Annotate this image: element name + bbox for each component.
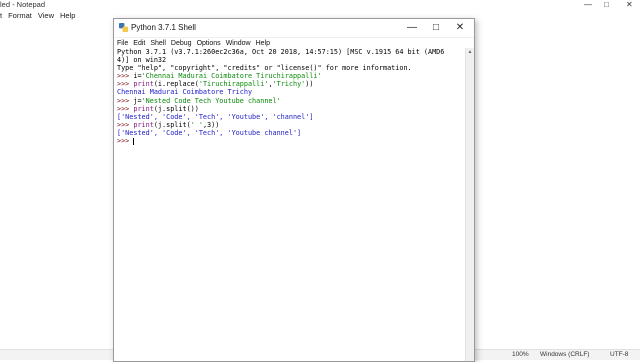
shell-line: ['Nested', 'Code', 'Tech', 'Youtube', 'c… [117, 113, 469, 121]
notepad-menubar: t Format View Help [0, 10, 75, 21]
shell-text: ,3)) [202, 120, 220, 129]
line-ending: Windows (CRLF) [540, 351, 590, 358]
notepad-menu-edit[interactable]: t [0, 10, 2, 21]
shell-line: Python 3.7.1 (v3.7.1:260ec2c36a, Oct 20 … [117, 48, 469, 56]
python-shell-window: Python 3.7.1 Shell — □ ✕ File Edit Shell… [113, 18, 475, 362]
maximize-icon[interactable]: □ [604, 0, 609, 10]
shell-line: Type "help", "copyright", "credits" or "… [117, 64, 469, 72]
shell-prompt: >>> [117, 80, 134, 89]
shell-line: >>> print(j.split()) [117, 105, 469, 113]
shell-line: Chennai Madurai Coimbatore Trichy [117, 88, 469, 96]
zoom-level: 100% [512, 351, 529, 358]
shell-text: Python 3.7.1 (v3.7.1:260ec2c36a, Oct 20 … [117, 48, 445, 56]
shell-editor[interactable]: Python 3.7.1 (v3.7.1:260ec2c36a, Oct 20 … [114, 48, 469, 361]
shell-text: print [133, 104, 154, 113]
notepad-menu-view[interactable]: View [38, 10, 54, 21]
shell-line: >>> print(i.replace('Tiruchirappalli','T… [117, 80, 469, 88]
shell-text: (j.split( [153, 120, 191, 129]
text-cursor [133, 137, 135, 145]
shell-prompt: >>> [117, 72, 134, 81]
minimize-icon[interactable]: — [401, 20, 423, 36]
shell-line: >>> print(j.split(' ',3)) [117, 121, 469, 129]
encoding: UTF-8 [610, 351, 629, 358]
minimize-icon[interactable]: — [584, 0, 592, 10]
shell-text: Type "help", "copyright", "credits" or "… [117, 64, 412, 73]
notepad-window-controls: — □ ✕ [580, 0, 640, 10]
shell-text: print [133, 120, 154, 129]
python-icon [119, 23, 128, 32]
shell-text: print [133, 80, 154, 89]
shell-text: )) [305, 80, 314, 89]
shell-prompt: >>> [117, 120, 134, 129]
notepad-title: led - Notepad [0, 0, 46, 9]
shell-line: >>> j='Nested Code Tech Youtube channel' [117, 97, 469, 105]
shell-text: (i.replace( [153, 80, 199, 89]
shell-text: j= [133, 96, 142, 105]
shell-text: i= [133, 72, 142, 81]
close-icon[interactable]: ✕ [626, 0, 633, 10]
shell-text: (j.split()) [153, 104, 199, 113]
shell-text: 4)] on win32 [117, 56, 167, 65]
shell-title: Python 3.7.1 Shell [131, 23, 196, 32]
shell-text: 'Tiruchirappalli' [198, 80, 269, 89]
shell-line: 4)] on win32 [117, 56, 469, 64]
vertical-scrollbar[interactable]: ▲ [465, 48, 474, 361]
notepad-menu-help[interactable]: Help [60, 10, 75, 21]
shell-text: ' ' [190, 120, 203, 129]
shell-line: >>> i='Chennai Madurai Coimbatore Tiruch… [117, 72, 469, 80]
shell-text: ['Nested', 'Code', 'Tech', 'Youtube chan… [117, 128, 302, 137]
shell-prompt: >>> [117, 96, 134, 105]
shell-line: >>> [117, 137, 469, 145]
shell-text: ['Nested', 'Code', 'Tech', 'Youtube', 'c… [117, 112, 314, 121]
shell-line: ['Nested', 'Code', 'Tech', 'Youtube chan… [117, 129, 469, 137]
maximize-icon[interactable]: □ [425, 20, 447, 36]
shell-titlebar[interactable]: Python 3.7.1 Shell — □ ✕ [114, 19, 474, 38]
scroll-up-icon[interactable]: ▲ [466, 48, 474, 56]
shell-prompt: >>> [117, 137, 134, 146]
shell-text: 'Chennai Madurai Coimbatore Tiruchirappa… [141, 72, 322, 81]
shell-text: 'Trichy' [272, 80, 306, 89]
close-icon[interactable]: ✕ [449, 20, 471, 36]
notepad-menu-format[interactable]: Format [8, 10, 32, 21]
shell-prompt: >>> [117, 104, 134, 113]
shell-text: 'Nested Code Tech Youtube channel' [141, 96, 281, 105]
shell-text: Chennai Madurai Coimbatore Trichy [117, 88, 253, 97]
